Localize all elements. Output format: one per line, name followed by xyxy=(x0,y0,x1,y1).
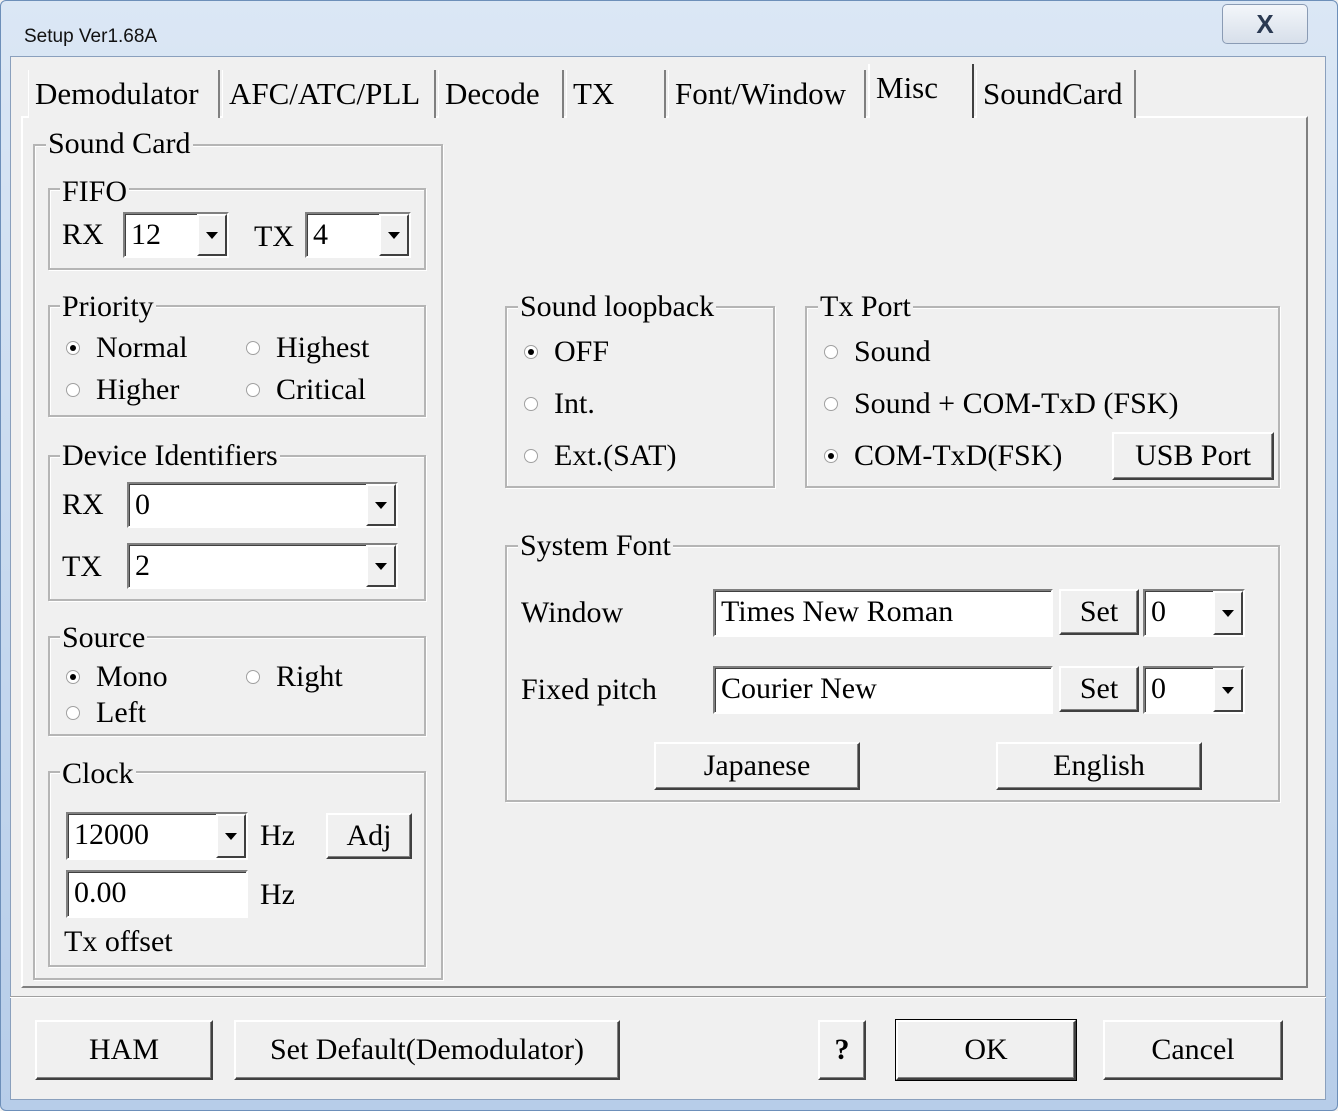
device-tx-label: TX xyxy=(62,550,102,583)
priority-normal-radio[interactable]: Normal xyxy=(66,330,188,366)
window-font-size-combo[interactable]: 0 xyxy=(1143,589,1245,637)
system-font-title: System Font xyxy=(518,529,673,562)
chevron-down-icon[interactable] xyxy=(366,484,396,526)
tab-tx[interactable]: TX xyxy=(566,70,666,118)
chevron-down-icon[interactable] xyxy=(216,814,246,858)
source-left-radio[interactable]: Left xyxy=(66,695,146,731)
window-font-label: Window xyxy=(521,596,624,629)
chevron-down-icon[interactable] xyxy=(1213,668,1243,712)
tab-decode[interactable]: Decode xyxy=(438,70,564,118)
loopback-int-radio[interactable]: Int. xyxy=(524,386,595,422)
footer-separator xyxy=(10,996,1326,998)
close-icon: X xyxy=(1256,8,1274,39)
tab-demodulator[interactable]: Demodulator xyxy=(28,70,220,118)
txport-com-txd-radio[interactable]: COM-TxD(FSK) xyxy=(824,438,1062,474)
fixed-pitch-label: Fixed pitch xyxy=(521,673,657,706)
fifo-rx-label: RX xyxy=(62,218,104,251)
window-title: Setup Ver1.68A xyxy=(24,26,158,47)
priority-higher-radio[interactable]: Higher xyxy=(66,372,179,408)
tab-soundcard[interactable]: SoundCard xyxy=(976,70,1136,118)
tab-afc-atc-pll[interactable]: AFC/ATC/PLL xyxy=(222,70,436,118)
english-button[interactable]: English xyxy=(996,742,1202,790)
adj-button[interactable]: Adj xyxy=(326,813,412,859)
japanese-button[interactable]: Japanese xyxy=(654,742,860,790)
tx-offset-input[interactable]: 0.00 xyxy=(66,870,248,918)
fifo-tx-combo[interactable]: 4 xyxy=(305,212,411,258)
clock-unit-label: Hz xyxy=(260,819,295,852)
device-identifiers-title: Device Identifiers xyxy=(60,439,280,472)
clock-combo[interactable]: 12000 xyxy=(66,812,248,860)
ham-button[interactable]: HAM xyxy=(35,1020,213,1080)
fifo-rx-combo[interactable]: 12 xyxy=(123,212,229,258)
priority-title: Priority xyxy=(60,290,156,323)
device-rx-combo[interactable]: 0 xyxy=(127,482,398,528)
tx-offset-unit-label: Hz xyxy=(260,878,295,911)
source-mono-radio[interactable]: Mono xyxy=(66,659,168,695)
set-default-button[interactable]: Set Default(Demodulator) xyxy=(234,1020,620,1080)
clock-title: Clock xyxy=(60,757,136,790)
fixed-pitch-set-button[interactable]: Set xyxy=(1059,666,1139,712)
ok-button[interactable]: OK xyxy=(895,1019,1077,1081)
priority-critical-radio[interactable]: Critical xyxy=(246,372,366,408)
usb-port-button[interactable]: USB Port xyxy=(1112,432,1274,480)
priority-highest-radio[interactable]: Highest xyxy=(246,330,369,366)
tab-font-window[interactable]: Font/Window xyxy=(668,70,866,118)
cancel-button[interactable]: Cancel xyxy=(1103,1020,1283,1080)
help-button[interactable]: ? xyxy=(818,1020,866,1080)
window-font-set-button[interactable]: Set xyxy=(1059,589,1139,635)
fixed-pitch-font-input[interactable]: Courier New xyxy=(713,666,1053,714)
chevron-down-icon[interactable] xyxy=(197,214,227,256)
source-right-radio[interactable]: Right xyxy=(246,659,343,695)
chevron-down-icon[interactable] xyxy=(366,545,396,587)
loopback-off-radio[interactable]: OFF xyxy=(524,334,609,370)
txport-sound-com-radio[interactable]: Sound + COM-TxD (FSK) xyxy=(824,386,1178,422)
source-title: Source xyxy=(60,621,148,654)
loopback-ext-sat-radio[interactable]: Ext.(SAT) xyxy=(524,438,677,474)
tx-port-title: Tx Port xyxy=(818,290,913,323)
txport-sound-radio[interactable]: Sound xyxy=(824,334,931,370)
fifo-tx-label: TX xyxy=(254,220,294,253)
close-button[interactable]: X xyxy=(1222,4,1308,44)
fifo-title: FIFO xyxy=(60,175,130,208)
tx-offset-label: Tx offset xyxy=(64,925,173,958)
window-font-input[interactable]: Times New Roman xyxy=(713,589,1053,637)
chevron-down-icon[interactable] xyxy=(1213,591,1243,635)
fixed-pitch-size-combo[interactable]: 0 xyxy=(1143,666,1245,714)
chevron-down-icon[interactable] xyxy=(379,214,409,256)
tab-misc[interactable]: Misc xyxy=(868,64,974,118)
device-rx-label: RX xyxy=(62,488,104,521)
sound-loopback-title: Sound loopback xyxy=(518,290,717,323)
device-tx-combo[interactable]: 2 xyxy=(127,543,398,589)
sound-card-title: Sound Card xyxy=(46,127,193,160)
